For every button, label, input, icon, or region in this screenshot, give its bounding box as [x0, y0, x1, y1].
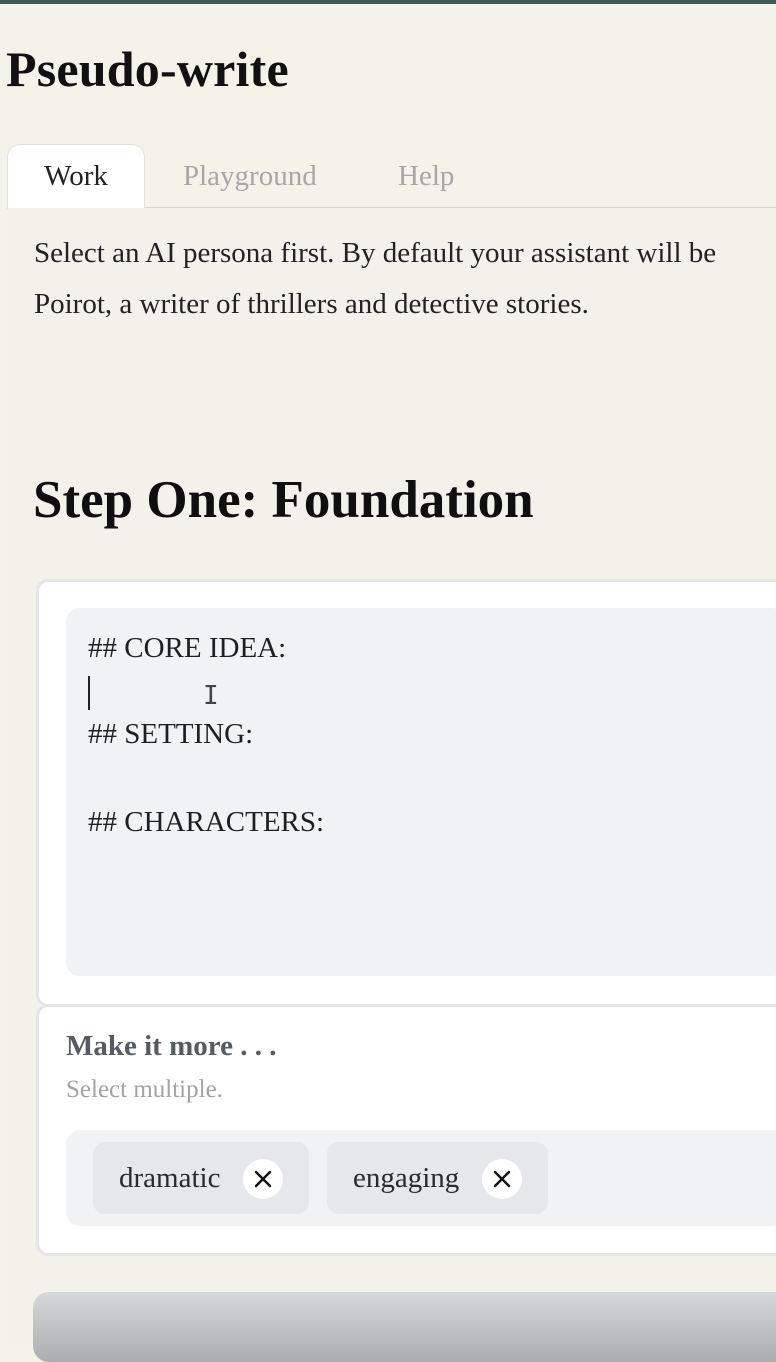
- modifiers-hint: Select multiple.: [66, 1076, 223, 1103]
- editor-line-characters: ## CHARACTERS:: [88, 806, 325, 838]
- intro-text: Select an AI persona first. By default y…: [34, 228, 774, 330]
- editor-line-core-idea: ## CORE IDEA:: [88, 632, 287, 664]
- close-icon[interactable]: [243, 1159, 283, 1199]
- close-icon-glyph: [493, 1170, 511, 1188]
- tab-work[interactable]: Work: [8, 145, 144, 208]
- intro-line-1: Select an AI persona first. By default y…: [34, 237, 717, 269]
- text-caret: [88, 676, 90, 710]
- next-card: [33, 1292, 776, 1362]
- close-icon[interactable]: [482, 1159, 522, 1199]
- window-top-strip: [0, 0, 776, 4]
- chip-label: dramatic: [119, 1162, 221, 1194]
- ibeam-cursor-icon: I: [203, 681, 219, 711]
- editor-line-setting: ## SETTING:: [88, 718, 254, 750]
- tab-bar: Work Playground Help: [8, 145, 776, 208]
- chip-label: engaging: [353, 1162, 460, 1194]
- step-heading: Step One: Foundation: [33, 471, 534, 529]
- app-title: Pseudo-write: [6, 41, 289, 97]
- close-icon-glyph: [254, 1170, 272, 1188]
- chip-engaging[interactable]: engaging: [327, 1142, 548, 1214]
- chip-dramatic[interactable]: dramatic: [93, 1142, 309, 1214]
- intro-line-2: Poirot, a writer of thrillers and detect…: [34, 288, 589, 320]
- modifiers-title: Make it more . . .: [66, 1030, 277, 1062]
- tab-playground[interactable]: Playground: [183, 145, 317, 207]
- tab-help[interactable]: Help: [398, 145, 454, 207]
